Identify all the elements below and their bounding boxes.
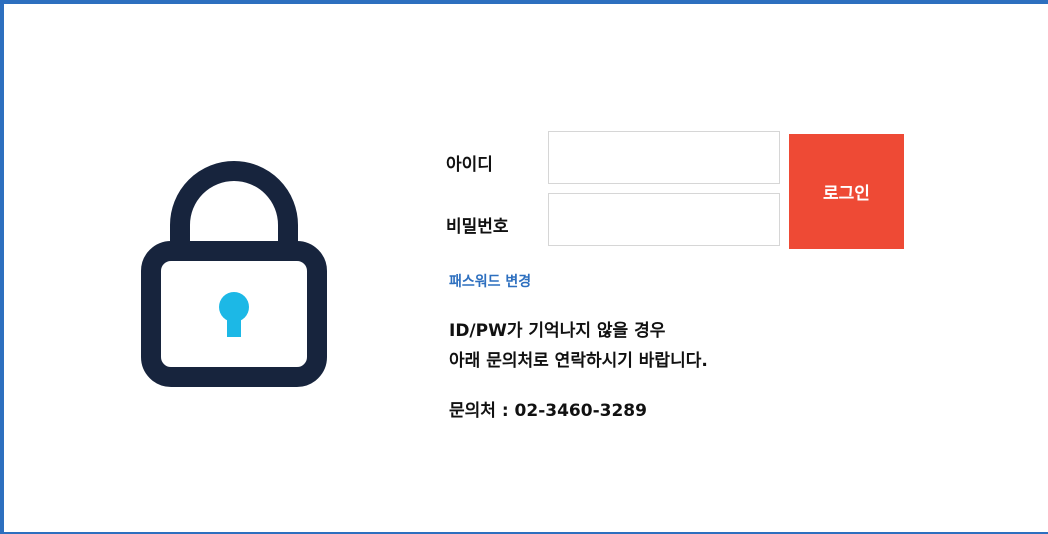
notice-line-2: 아래 문의처로 연락하시기 바랍니다. [449,351,708,371]
password-input[interactable] [548,193,780,246]
change-password-link[interactable]: 패스워드 변경 [449,271,531,291]
login-button[interactable]: 로그인 [789,134,904,249]
login-panel: 아이디 비밀번호 로그인 패스워드 변경 ID/PW가 기억나지 않을 경우 아… [0,0,1048,534]
id-label: 아이디 [446,155,493,175]
contact-info: 문의처 : 02-3460-3289 [449,401,647,421]
password-label: 비밀번호 [446,217,509,237]
notice-line-1: ID/PW가 기억나지 않을 경우 [449,321,666,341]
padlock-shackle [170,161,298,251]
keyhole-stem [227,309,241,337]
id-input[interactable] [548,131,780,184]
padlock-icon [138,159,330,391]
